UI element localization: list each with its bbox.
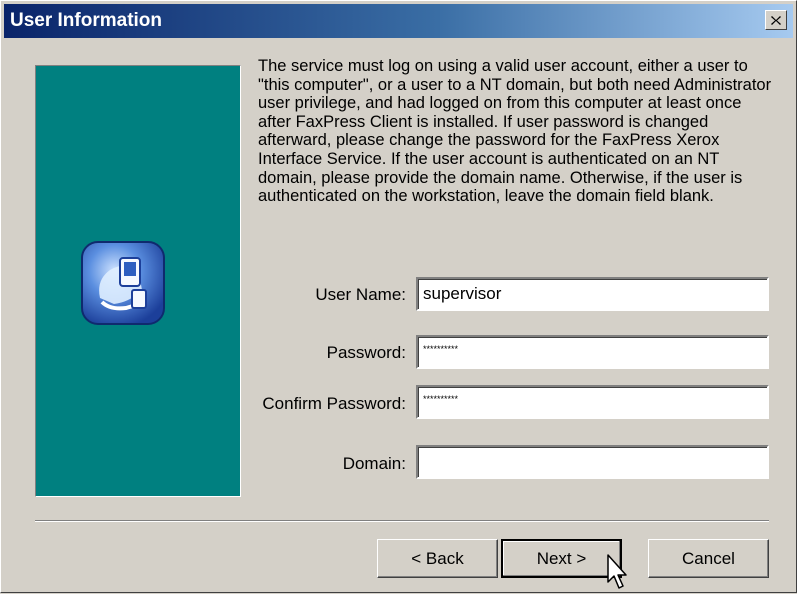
password-input[interactable]: **********	[416, 335, 769, 369]
close-icon	[771, 15, 781, 25]
domain-label: Domain:	[342, 454, 406, 473]
title-bar[interactable]: User Information	[4, 4, 793, 38]
cancel-button[interactable]: Cancel	[648, 539, 769, 578]
next-button[interactable]: Next >	[501, 539, 622, 578]
domain-input[interactable]	[416, 445, 769, 479]
close-button[interactable]	[765, 10, 787, 30]
instruction-text: The service must log on using a valid us…	[258, 57, 772, 206]
side-banner-panel	[35, 65, 241, 497]
window-title: User Information	[10, 10, 163, 31]
user-name-label: User Name:	[315, 285, 406, 304]
computer-setup-icon	[81, 241, 165, 325]
button-divider	[35, 520, 769, 522]
back-button[interactable]: < Back	[377, 539, 498, 578]
user-name-input[interactable]	[416, 277, 769, 311]
user-information-dialog: User Information The service must log on…	[0, 0, 797, 593]
confirm-password-input[interactable]: **********	[416, 385, 769, 419]
password-label: Password:	[326, 343, 406, 362]
confirm-password-label: Confirm Password:	[262, 394, 406, 413]
